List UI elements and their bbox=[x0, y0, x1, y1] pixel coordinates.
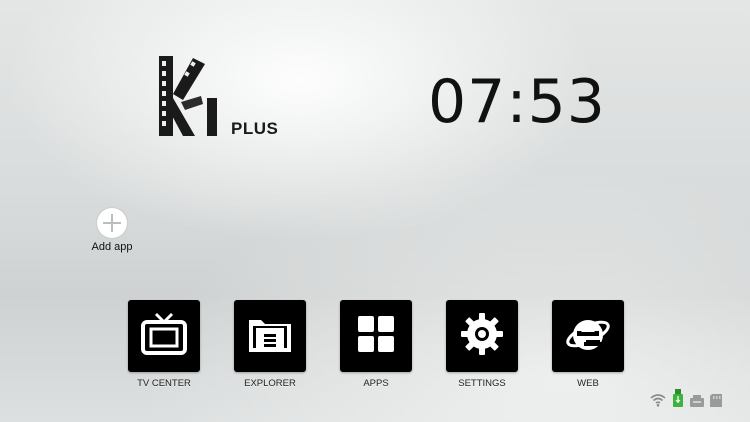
apps-grid-icon bbox=[356, 314, 396, 359]
gear-icon bbox=[460, 312, 504, 361]
explorer-button[interactable] bbox=[234, 300, 306, 372]
usb-storage-icon bbox=[672, 389, 684, 407]
wifi-icon bbox=[650, 393, 666, 407]
ethernet-icon bbox=[690, 395, 704, 407]
web-tile[interactable]: WEB bbox=[552, 300, 624, 392]
web-button[interactable] bbox=[552, 300, 624, 372]
explorer-label: EXPLORER bbox=[244, 378, 296, 389]
clock: 07:53 bbox=[428, 67, 606, 137]
settings-button[interactable] bbox=[446, 300, 518, 372]
app-dock: TV CENTER EXPLORER APPS SETTINGS WEB bbox=[128, 300, 624, 392]
brand-logo-text: PLUS bbox=[231, 119, 279, 138]
tv-icon bbox=[140, 312, 188, 361]
apps-tile[interactable]: APPS bbox=[340, 300, 412, 392]
settings-tile[interactable]: SETTINGS bbox=[446, 300, 518, 392]
tv-center-button[interactable] bbox=[128, 300, 200, 372]
apps-button[interactable] bbox=[340, 300, 412, 372]
status-bar bbox=[650, 389, 722, 407]
tv-center-tile[interactable]: TV CENTER bbox=[128, 300, 200, 392]
browser-e-icon bbox=[564, 312, 612, 361]
settings-label: SETTINGS bbox=[458, 378, 506, 389]
add-app-label: Add app bbox=[91, 241, 133, 253]
sd-card-icon bbox=[710, 394, 722, 407]
apps-label: APPS bbox=[363, 378, 389, 389]
web-label: WEB bbox=[577, 378, 599, 389]
folder-icon bbox=[246, 314, 294, 359]
tv-center-label: TV CENTER bbox=[137, 378, 191, 389]
explorer-tile[interactable]: EXPLORER bbox=[234, 300, 306, 392]
plus-icon bbox=[97, 208, 127, 238]
add-app-button[interactable]: Add app bbox=[88, 208, 136, 253]
